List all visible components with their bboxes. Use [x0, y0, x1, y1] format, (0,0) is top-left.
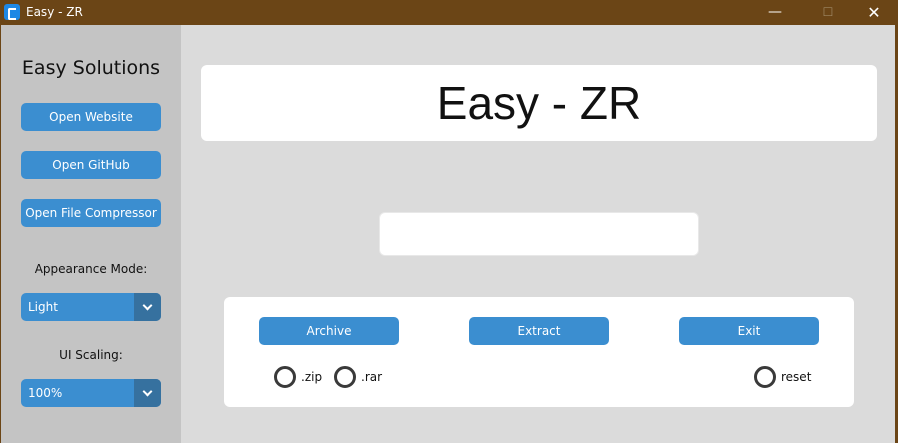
chevron-down-icon[interactable] — [134, 379, 161, 407]
rar-radio-label: .rar — [361, 370, 383, 384]
zip-radio-label: .zip — [301, 370, 323, 384]
radio-circle-icon[interactable] — [334, 366, 356, 388]
window-titlebar: Easy - ZR — ☐ ✕ — [0, 0, 898, 25]
extract-button[interactable]: Extract — [469, 317, 609, 345]
open-website-button[interactable]: Open Website — [21, 103, 161, 131]
chevron-down-icon[interactable] — [134, 293, 161, 321]
open-github-button[interactable]: Open GitHub — [21, 151, 161, 179]
app-icon — [4, 4, 20, 20]
radio-circle-icon[interactable] — [274, 366, 296, 388]
page-title: Easy - ZR — [436, 77, 642, 129]
open-file-compressor-button[interactable]: Open File Compressor — [21, 199, 161, 227]
sidebar-logo: Easy Solutions — [21, 57, 161, 79]
radio-circle-icon[interactable] — [754, 366, 776, 388]
appearance-mode-value: Light — [28, 300, 58, 314]
exit-button[interactable]: Exit — [679, 317, 819, 345]
appearance-mode-label: Appearance Mode: — [34, 262, 148, 276]
maximize-button[interactable]: ☐ — [805, 0, 851, 25]
app-client-area: Easy Solutions Open Website Open GitHub … — [1, 25, 895, 443]
close-button[interactable]: ✕ — [851, 0, 897, 25]
archive-button[interactable]: Archive — [259, 317, 399, 345]
ui-scaling-select[interactable]: 100% — [21, 379, 161, 407]
ui-scaling-value: 100% — [28, 386, 63, 400]
reset-radio-label: reset — [781, 370, 812, 384]
ui-scaling-label: UI Scaling: — [59, 348, 123, 362]
window-title: Easy - ZR — [26, 5, 83, 19]
path-input[interactable] — [379, 212, 699, 256]
sidebar: Easy Solutions Open Website Open GitHub … — [1, 25, 181, 443]
title-card: Easy - ZR — [201, 65, 877, 141]
appearance-mode-select[interactable]: Light — [21, 293, 161, 321]
minimize-button[interactable]: — — [752, 0, 798, 25]
action-panel: Archive Extract Exit .zip .rar reset — [224, 297, 854, 407]
